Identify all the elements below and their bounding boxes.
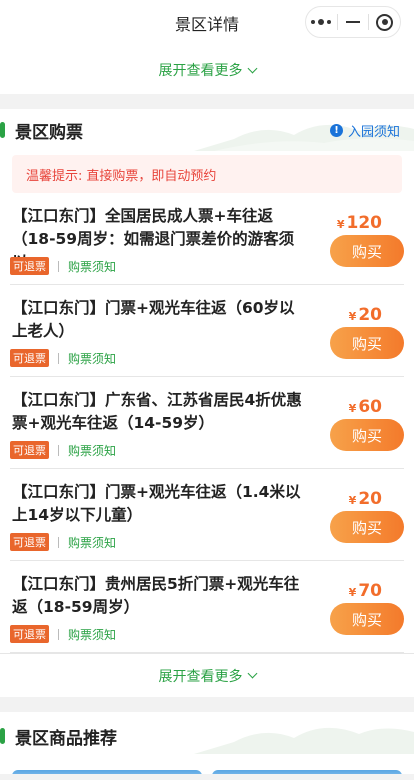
currency-symbol: ¥ <box>348 310 357 323</box>
ticket-item[interactable]: 【江口东门】广东省、江苏省居民4折优惠票+观光车往返（14-59岁） 可退票 购… <box>10 377 404 469</box>
ticket-tags: 可退票 购票须知 <box>10 257 116 275</box>
goods-thumbnail[interactable] <box>12 770 202 774</box>
ticket-item[interactable]: 【江口东门】门票+观光车往返（60岁以上老人） 可退票 购票须知 ¥20 购买 <box>10 285 404 377</box>
tag-divider <box>58 352 59 364</box>
target-close-icon <box>376 13 394 31</box>
goods-thumbnail[interactable] <box>212 770 402 774</box>
ticket-item[interactable]: 【江口东门】贵州居民5折门票+观光车往返（18-59周岁） 可退票 购票须知 ¥… <box>10 561 404 653</box>
booking-tip-banner: 温馨提示: 直接购票，即自动预约 <box>12 155 402 193</box>
purchase-notice-link[interactable]: 购票须知 <box>68 258 116 275</box>
ticket-list: 【江口东门】全国居民成人票+车往返（18-59周岁：如需退门票差价的游客须以..… <box>0 193 414 653</box>
refundable-badge: 可退票 <box>10 441 49 459</box>
price-value: 70 <box>358 581 382 601</box>
tag-divider <box>58 628 59 640</box>
ticket-item[interactable]: 【江口东门】门票+观光车往返（1.4米以上14岁以下儿童） 可退票 购票须知 ¥… <box>10 469 404 561</box>
price-value: 20 <box>358 489 382 509</box>
expand-more-label: 展开查看更多 <box>158 63 243 79</box>
expand-more-top[interactable]: 展开查看更多 <box>0 46 414 94</box>
goods-section-header: 景区商品推荐 <box>0 712 414 760</box>
currency-symbol: ¥ <box>348 494 357 507</box>
more-button[interactable] <box>306 7 337 37</box>
buy-button[interactable]: 购买 <box>330 327 404 359</box>
ticket-name: 【江口东门】门票+观光车往返（1.4米以上14岁以下儿童） <box>12 483 301 524</box>
minimize-button[interactable] <box>338 7 369 37</box>
ticket-tags: 可退票 购票须知 <box>10 625 116 643</box>
entry-notice-link[interactable]: ! 入园须知 <box>329 121 400 140</box>
ticket-price: ¥20 <box>349 305 382 325</box>
buy-button[interactable]: 购买 <box>330 511 404 543</box>
expand-more-tickets[interactable]: 展开查看更多 <box>0 653 414 697</box>
expand-more-label: 展开查看更多 <box>158 668 243 685</box>
entry-notice-label: 入园须知 <box>347 125 400 140</box>
tip-label: 温馨提示: <box>26 168 83 184</box>
info-icon: ! <box>329 124 343 137</box>
ticket-price: ¥20 <box>349 489 382 509</box>
mini-program-capsule <box>305 6 401 38</box>
ticket-section-header: 景区购票 ! 入园须知 <box>0 109 414 151</box>
refundable-badge: 可退票 <box>10 349 49 367</box>
tag-divider <box>58 444 59 456</box>
currency-symbol: ¥ <box>336 218 345 231</box>
ticket-price: ¥60 <box>349 397 382 417</box>
section-title: 景区购票 <box>15 122 83 143</box>
ticket-tags: 可退票 购票须知 <box>10 441 116 459</box>
refundable-badge: 可退票 <box>10 625 49 643</box>
section-title: 景区商品推荐 <box>15 728 117 749</box>
ticket-price: ¥70 <box>349 581 382 601</box>
goods-thumbnails <box>12 770 402 774</box>
ticket-price: ¥120 <box>337 213 382 233</box>
mountain-decoration-icon <box>194 727 414 754</box>
currency-symbol: ¥ <box>348 586 357 599</box>
more-dots-icon <box>311 19 332 25</box>
purchase-notice-link[interactable]: 购票须知 <box>68 626 116 643</box>
refundable-badge: 可退票 <box>10 533 49 551</box>
ticket-section: 景区购票 ! 入园须知 温馨提示: 直接购票，即自动预约 【江口东门】全国居民成… <box>0 109 414 697</box>
price-value: 20 <box>358 305 382 325</box>
ticket-name: 【江口东门】广东省、江苏省居民4折优惠票+观光车往返（14-59岁） <box>12 391 302 432</box>
buy-button[interactable]: 购买 <box>330 419 404 451</box>
tag-divider <box>58 260 59 272</box>
section-accent-bar <box>0 122 5 138</box>
section-accent-bar <box>0 728 5 744</box>
ticket-tags: 可退票 购票须知 <box>10 349 116 367</box>
tip-text: 直接购票，即自动预约 <box>86 168 217 184</box>
ticket-tags: 可退票 购票须知 <box>10 533 116 551</box>
purchase-notice-link[interactable]: 购票须知 <box>68 442 116 459</box>
price-value: 120 <box>346 213 383 233</box>
tag-divider <box>58 536 59 548</box>
nav-bar: 景区详情 <box>0 0 414 46</box>
section-gap <box>0 94 414 109</box>
chevron-down-icon <box>247 668 257 679</box>
ticket-name: 【江口东门】贵州居民5折门票+观光车往返（18-59周岁） <box>12 575 300 616</box>
purchase-notice-link[interactable]: 购票须知 <box>68 350 116 367</box>
minimize-icon <box>346 21 360 23</box>
ticket-name: 【江口东门】门票+观光车往返（60岁以上老人） <box>12 299 295 340</box>
page-title: 景区详情 <box>174 15 239 34</box>
ticket-item[interactable]: 【江口东门】全国居民成人票+车往返（18-59周岁：如需退门票差价的游客须以..… <box>10 193 404 285</box>
price-value: 60 <box>358 397 382 417</box>
buy-button[interactable]: 购买 <box>330 603 404 635</box>
refundable-badge: 可退票 <box>10 257 49 275</box>
close-program-button[interactable] <box>369 7 400 37</box>
currency-symbol: ¥ <box>348 402 357 415</box>
buy-button[interactable]: 购买 <box>330 235 404 267</box>
scenic-detail-page: 景区详情 展开查看更多 景区购票 ! 入园须知 温馨提示: 直接购票，即自动预约… <box>0 0 414 780</box>
purchase-notice-link[interactable]: 购票须知 <box>68 534 116 551</box>
chevron-down-icon <box>247 63 257 73</box>
goods-section: 景区商品推荐 <box>0 712 414 774</box>
